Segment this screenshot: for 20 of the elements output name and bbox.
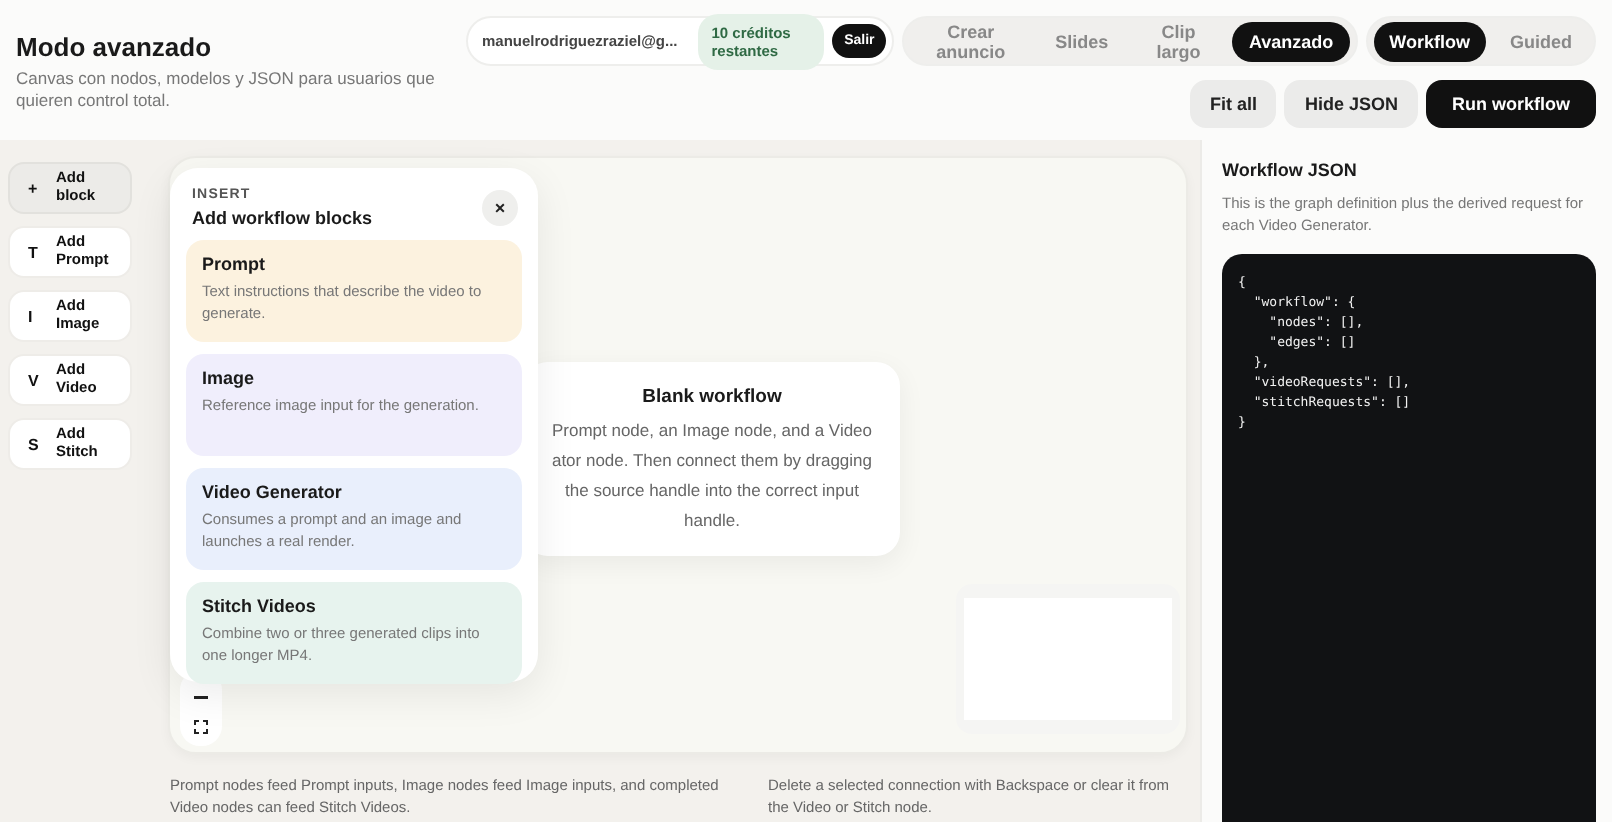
card-text: ator node. Then connect them by dragging bbox=[551, 448, 873, 474]
toolbar-button[interactable]: Hide JSON bbox=[1284, 80, 1418, 128]
panel-title: Add workflow blocks bbox=[192, 208, 375, 228]
block-title: Prompt bbox=[202, 254, 267, 274]
nav-tab[interactable]: Avanzado bbox=[1232, 21, 1350, 61]
close-button[interactable]: × bbox=[482, 190, 518, 226]
block-title: Stitch Videos bbox=[202, 596, 318, 616]
mode-tab[interactable]: Workflow bbox=[1373, 21, 1486, 61]
page-title: Modo avanzado bbox=[16, 32, 214, 62]
fullscreen-icon[interactable] bbox=[194, 720, 208, 734]
toolbar-button[interactable]: Fit all bbox=[1189, 80, 1277, 128]
card-text: handle. bbox=[684, 508, 740, 534]
card-text: Prompt node, an Image node, and a Video bbox=[551, 418, 873, 444]
card-title: Blank workflow bbox=[642, 386, 782, 408]
card-text: the source handle into the correct input bbox=[565, 478, 859, 504]
page-subtitle: Canvas con nodos, modelos y JSON para usuarios que quieren control total. bbox=[16, 68, 437, 113]
block-title: Video Generator bbox=[202, 482, 344, 502]
block-title: Image bbox=[202, 368, 257, 388]
panel-heading: Workflow JSON bbox=[1222, 160, 1359, 180]
run-button[interactable]: Run workflow bbox=[1426, 80, 1596, 128]
